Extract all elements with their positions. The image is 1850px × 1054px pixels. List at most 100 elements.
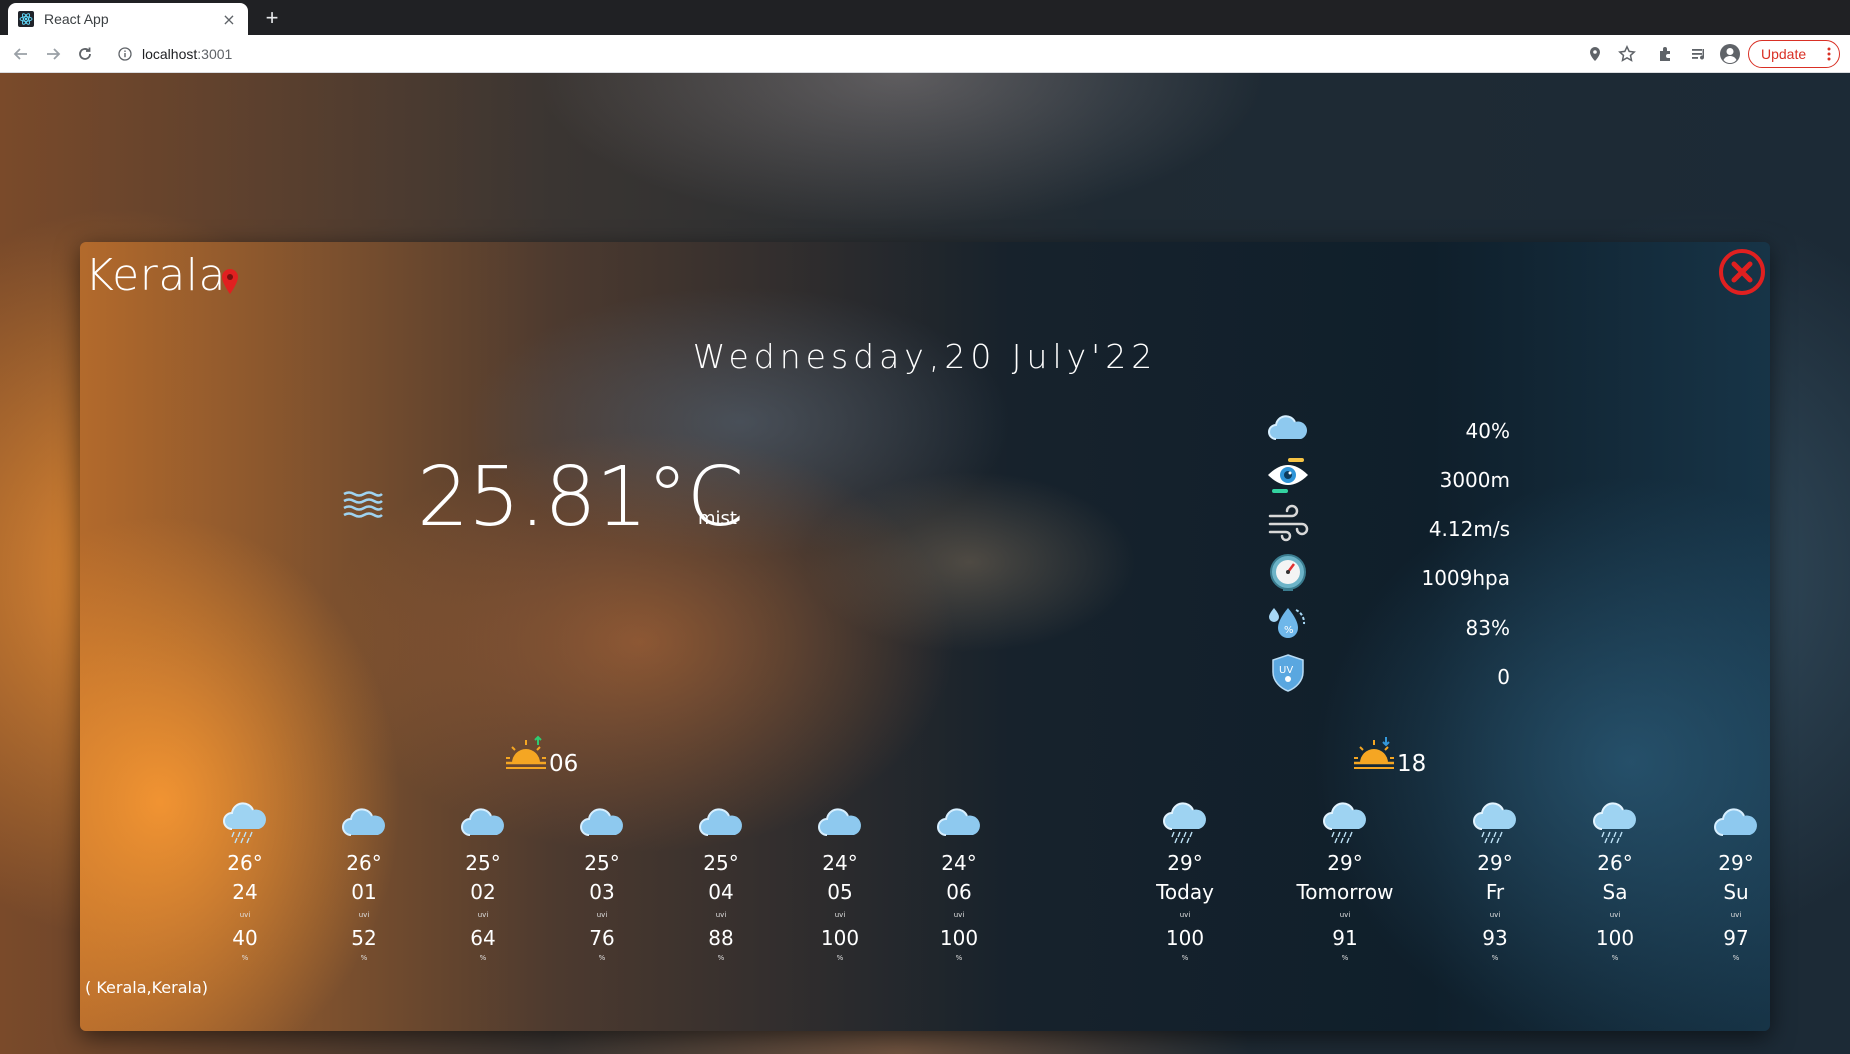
forecast-percentage: 76 bbox=[589, 926, 615, 950]
forecast-percentage: 100 bbox=[939, 926, 979, 950]
percent-symbol: % bbox=[1491, 954, 1499, 962]
reload-icon bbox=[79, 47, 91, 60]
arrow-right-icon bbox=[47, 48, 61, 60]
daily-forecast-item: 26° Sa uvi 100% bbox=[1550, 801, 1680, 963]
address-bar[interactable]: localhost:3001 bbox=[106, 39, 1716, 69]
close-icon[interactable] bbox=[1718, 248, 1766, 296]
forecast-hour: 03 bbox=[589, 880, 615, 904]
forecast-day: Sa bbox=[1602, 880, 1628, 904]
location-pin-icon bbox=[222, 269, 238, 294]
uvi-label: uvi bbox=[953, 911, 965, 919]
forecast-hour: 01 bbox=[351, 880, 377, 904]
uvi-label: uvi bbox=[1179, 911, 1191, 919]
forecast-hour: 05 bbox=[827, 880, 853, 904]
mist-icon bbox=[343, 491, 383, 518]
forecast-temp: 25° bbox=[584, 851, 620, 875]
info-icon[interactable] bbox=[118, 47, 132, 61]
percent-symbol: % bbox=[598, 954, 606, 962]
extensions-icon[interactable] bbox=[1655, 43, 1677, 65]
cloud-icon bbox=[339, 801, 389, 845]
uvi-label: uvi bbox=[477, 911, 489, 919]
arrow-left-icon bbox=[13, 48, 27, 60]
clouds-value: 40% bbox=[1465, 419, 1510, 443]
location-icon[interactable] bbox=[1584, 43, 1606, 65]
hourly-forecast-item: 24° 06 uvi 100% bbox=[894, 801, 1024, 963]
percent-symbol: % bbox=[241, 954, 249, 962]
hourly-forecast-item: 25° 04 uvi 88% bbox=[656, 801, 786, 963]
percent-symbol: % bbox=[717, 954, 725, 962]
forecast-temp: 26° bbox=[227, 851, 263, 875]
url-port: :3001 bbox=[197, 46, 233, 62]
forecast-hour: 02 bbox=[470, 880, 496, 904]
more-vert-icon bbox=[1827, 47, 1831, 61]
hourly-forecast-item: 25° 02 uvi 64% bbox=[418, 801, 548, 963]
rain-cloud-icon bbox=[1470, 801, 1520, 845]
browser-tab[interactable]: React App × bbox=[8, 3, 248, 35]
reload-button[interactable] bbox=[72, 41, 98, 67]
forecast-temp: 25° bbox=[465, 851, 501, 875]
daily-forecast-item: 29° Fr uvi 93% bbox=[1430, 801, 1560, 963]
update-button[interactable]: Update bbox=[1748, 40, 1840, 68]
humidity-value: 83% bbox=[1465, 616, 1510, 640]
forecast-percentage: 40 bbox=[232, 926, 258, 950]
percent-symbol: % bbox=[479, 954, 487, 962]
percent-symbol: % bbox=[836, 954, 844, 962]
profile-avatar-icon[interactable] bbox=[1719, 43, 1741, 65]
percent-symbol: % bbox=[1181, 954, 1189, 962]
svg-text:%: % bbox=[1284, 625, 1294, 636]
new-tab-button[interactable]: + bbox=[258, 4, 286, 32]
forecast-day: Fr bbox=[1485, 880, 1505, 904]
hourly-forecast-item: 26° 24 uvi 40% bbox=[180, 801, 310, 963]
uvi-label: uvi bbox=[1339, 911, 1351, 919]
uvi-label: uvi bbox=[1489, 911, 1501, 919]
rain-cloud-icon bbox=[1320, 801, 1370, 845]
forecast-temp: 26° bbox=[346, 851, 382, 875]
forecast-percentage: 64 bbox=[470, 926, 496, 950]
weather-condition: mist bbox=[698, 508, 737, 529]
hourly-forecast-item: 26° 01 uvi 52% bbox=[299, 801, 429, 963]
cloud-icon bbox=[577, 801, 627, 845]
update-label: Update bbox=[1761, 46, 1807, 62]
uvi-label: uvi bbox=[1730, 911, 1742, 919]
forecast-day: Today bbox=[1156, 880, 1214, 904]
forecast-percentage: 93 bbox=[1482, 926, 1508, 950]
browser-tab-bar: React App × + bbox=[0, 0, 1850, 35]
percent-symbol: % bbox=[1341, 954, 1349, 962]
forecast-temp: 24° bbox=[941, 851, 977, 875]
cloud-icon bbox=[1711, 801, 1761, 845]
cloud-icon bbox=[458, 801, 508, 845]
browser-toolbar: localhost:3001 Update bbox=[0, 35, 1850, 73]
percent-symbol: % bbox=[1611, 954, 1619, 962]
tab-close-button[interactable]: × bbox=[220, 10, 238, 29]
forecast-percentage: 100 bbox=[1595, 926, 1635, 950]
forecast-percentage: 97 bbox=[1723, 926, 1749, 950]
back-button[interactable] bbox=[8, 41, 34, 67]
forecast-temp: 24° bbox=[822, 851, 858, 875]
uvi-label: uvi bbox=[834, 911, 846, 919]
react-logo-icon bbox=[18, 11, 34, 27]
city-name: Kerala bbox=[85, 250, 226, 301]
sunset-icon bbox=[1354, 737, 1394, 769]
current-date: Wednesday,20 July'22 bbox=[692, 337, 1158, 376]
forecast-percentage: 100 bbox=[820, 926, 860, 950]
pressure-value: 1009hpa bbox=[1421, 566, 1510, 590]
forecast-percentage: 52 bbox=[351, 926, 377, 950]
forecast-temp: 29° bbox=[1477, 851, 1513, 875]
uvi-label: uvi bbox=[358, 911, 370, 919]
media-control-icon[interactable] bbox=[1688, 43, 1710, 65]
page-background: Kerala Wednesday,20 July'22 25.81°C mist… bbox=[0, 73, 1850, 1054]
percent-symbol: % bbox=[955, 954, 963, 962]
forecast-day: Tomorrow bbox=[1296, 880, 1394, 904]
uvi-label: uvi bbox=[596, 911, 608, 919]
bookmark-star-icon[interactable] bbox=[1616, 43, 1638, 65]
location-note: ( Kerala,Kerala) bbox=[85, 978, 208, 997]
daily-forecast-item: 29° Tomorrow uvi 91% bbox=[1280, 801, 1410, 963]
forecast-percentage: 88 bbox=[708, 926, 734, 950]
uvi-label: uvi bbox=[239, 911, 251, 919]
rain-cloud-icon bbox=[1160, 801, 1210, 845]
forecast-temp: 25° bbox=[703, 851, 739, 875]
rain-cloud-icon bbox=[1590, 801, 1640, 845]
visibility-value: 3000m bbox=[1439, 468, 1510, 492]
hourly-forecast-item: 25° 03 uvi 76% bbox=[537, 801, 667, 963]
forward-button[interactable] bbox=[40, 41, 66, 67]
